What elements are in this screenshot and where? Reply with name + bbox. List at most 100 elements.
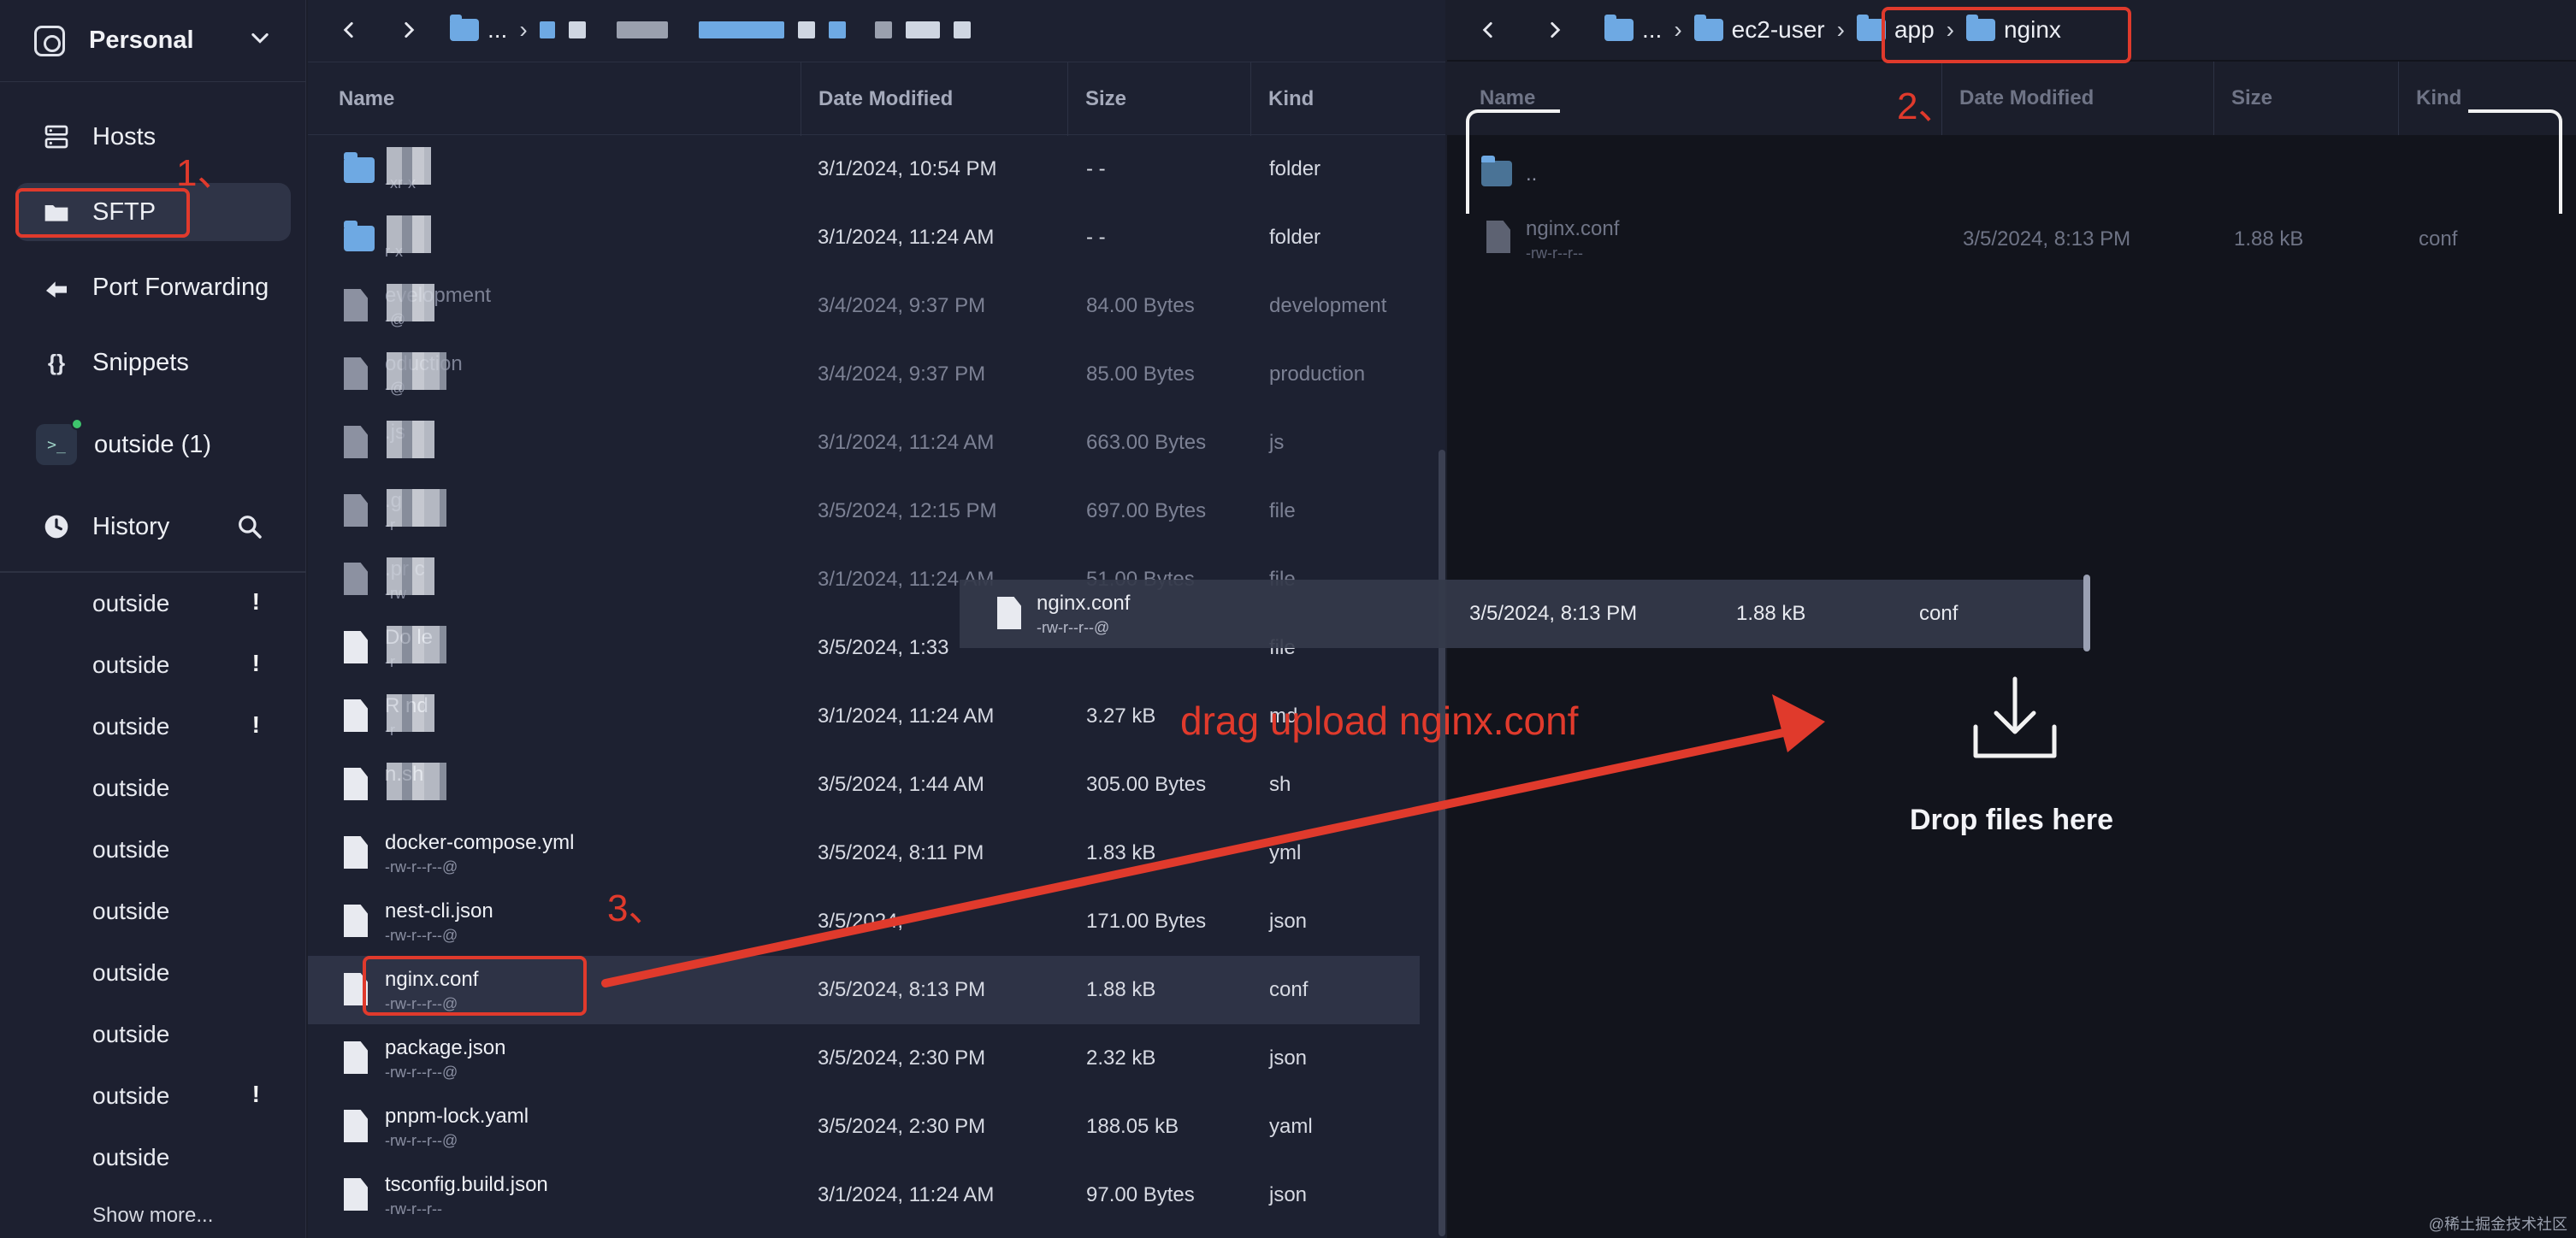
- file-permissions: -rw-r--r--: [385, 1200, 442, 1217]
- sidebar-item-hosts[interactable]: Hosts: [15, 108, 291, 166]
- scrollbar[interactable]: [1439, 450, 1445, 1236]
- drag-ghost-edge: [2083, 575, 2090, 651]
- file-kind: production: [1269, 363, 1366, 386]
- redacted-name-block: [387, 557, 434, 595]
- breadcrumb-ellipsis[interactable]: ...: [1642, 16, 1662, 44]
- terminal-icon: >_: [36, 418, 83, 465]
- breadcrumb-separator-icon: ›: [1836, 16, 1845, 43]
- file-date: 3/4/2024, 9:37 PM: [818, 363, 986, 386]
- redacted-name-block: [387, 284, 434, 321]
- file-icon: [344, 768, 368, 800]
- chevron-left-icon: [1482, 22, 1492, 38]
- forward-button[interactable]: [1531, 6, 1579, 54]
- terminal-label: outside (1): [94, 430, 212, 458]
- file-row[interactable]: docker-compose.yml -rw-r--r--@ 3/5/2024, 8…: [308, 819, 1420, 887]
- file-row[interactable]: r-x3/1/2024, 11:24 AM- -folder: [308, 203, 1420, 272]
- history-item[interactable]: outside: [92, 894, 272, 928]
- file-permissions: -rw-r--r--@: [385, 1132, 458, 1149]
- file-kind: folder: [1269, 226, 1321, 249]
- history-item[interactable]: outside!: [92, 648, 272, 682]
- annotation-step-2: 2、: [1897, 85, 1956, 127]
- file-row[interactable]: package.json -rw-r--r--@ 3/5/2024, 2:30 PM…: [308, 1024, 1420, 1093]
- file-size: 188.05 kB: [1086, 1115, 1179, 1138]
- history-item[interactable]: outside!: [92, 1079, 272, 1113]
- redacted-name-block: [387, 352, 446, 390]
- workspace-switcher[interactable]: Personal: [0, 0, 306, 82]
- annotation-box-nginx-conf: [363, 956, 587, 1016]
- column-size[interactable]: Size: [1067, 62, 1250, 136]
- file-row[interactable]: pnpm-lock.yaml -rw-r--r--@ 3/5/2024, 2:30 …: [308, 1093, 1420, 1161]
- show-more-link[interactable]: Show more...: [92, 1204, 213, 1228]
- column-date[interactable]: Date Modified: [1941, 62, 2213, 135]
- file-size: 1.83 kB: [1086, 841, 1156, 864]
- file-icon: [344, 494, 368, 527]
- sidebar-divider: [0, 571, 306, 573]
- history-item-label: outside: [92, 775, 170, 801]
- file-row[interactable]: n.sh3/5/2024, 1:44 AM305.00 Bytessh: [308, 751, 1420, 819]
- file-size: 2.32 kB: [1086, 1046, 1156, 1070]
- watermark: @稀土掘金技术社区: [2428, 1216, 2567, 1233]
- forward-button[interactable]: [385, 6, 433, 54]
- file-row[interactable]: .js3/1/2024, 11:24 AM663.00 Bytesjs: [308, 409, 1420, 477]
- back-button[interactable]: [325, 6, 373, 54]
- sidebar-item-history[interactable]: History: [15, 498, 291, 556]
- warning-icon: !: [251, 650, 260, 676]
- file-icon: [1486, 221, 1510, 253]
- yml-file-icon: [344, 836, 368, 869]
- file-size: 97.00 Bytes: [1086, 1183, 1195, 1206]
- file-row[interactable]: .g-r3/5/2024, 12:15 PM697.00 Bytesfile: [308, 477, 1420, 545]
- sidebar-item-terminal-outside[interactable]: >_ outside (1): [15, 416, 291, 474]
- column-size[interactable]: Size: [2213, 62, 2398, 135]
- redacted-name-block: [387, 147, 431, 185]
- file-icon-wrap: [344, 426, 368, 458]
- history-item-label: outside: [92, 1144, 170, 1170]
- history-item[interactable]: outside: [92, 956, 272, 990]
- file-kind: conf: [1269, 978, 1309, 1001]
- sidebar-item-snippets[interactable]: {} Snippets: [15, 333, 291, 392]
- history-item[interactable]: outside: [92, 1141, 272, 1175]
- redacted-name-block: [387, 489, 446, 527]
- column-date[interactable]: Date Modified: [801, 62, 1067, 136]
- sidebar: Personal Hosts SFTP Port Forwarding {} S…: [0, 0, 306, 1238]
- drop-zone-corner: [1466, 109, 1560, 214]
- folder-icon: [450, 15, 479, 41]
- file-size: 3.27 kB: [1086, 704, 1156, 728]
- history-item[interactable]: outside: [92, 833, 272, 867]
- drop-zone-label: Drop files here: [1909, 804, 2114, 836]
- file-kind: folder: [1269, 157, 1321, 180]
- column-kind[interactable]: Kind: [1250, 62, 1445, 136]
- annotation-instruction: drag upload nginx.conf: [1180, 699, 1579, 743]
- history-item[interactable]: outside!: [92, 587, 272, 621]
- history-item[interactable]: outside!: [92, 710, 272, 744]
- file-name: nginx.conf: [1526, 217, 1620, 240]
- column-name[interactable]: Name: [308, 62, 801, 136]
- file-icon: [344, 631, 368, 663]
- annotation-box-sftp: [15, 188, 190, 238]
- local-breadcrumb[interactable]: ... ›: [450, 15, 984, 44]
- history-label: History: [92, 512, 170, 540]
- file-permissions: -rw-r--r--@: [385, 858, 458, 875]
- file-icon: [344, 426, 368, 458]
- local-toolbar: ... ›: [308, 0, 1445, 60]
- file-row[interactable]: -xr-x3/1/2024, 10:54 PM- -folder: [308, 135, 1420, 203]
- history-item-label: outside: [92, 898, 170, 924]
- file-size: 663.00 Bytes: [1086, 431, 1207, 454]
- remote-row-nginx-conf[interactable]: nginx.conf -rw-r--r-- 3/5/2024, 8:13 PM …: [1447, 203, 2576, 272]
- sidebar-item-port-forwarding[interactable]: Port Forwarding: [15, 258, 291, 316]
- chevron-down-icon[interactable]: [248, 26, 272, 50]
- file-row[interactable]: tsconfig.build.json -rw-r--r-- 3/1/2024, 1…: [308, 1161, 1420, 1229]
- file-row[interactable]: evelopment-@3/4/2024, 9:37 PM84.00 Bytes…: [308, 272, 1420, 340]
- warning-icon: !: [251, 588, 260, 615]
- file-kind: conf: [2419, 227, 2458, 251]
- file-row[interactable]: nest-cli.json -rw-r--r--@ 3/5/2024, 171.00 …: [308, 887, 1420, 956]
- history-item[interactable]: outside: [92, 1017, 272, 1052]
- file-date: 3/5/2024, 8:13 PM: [818, 978, 986, 1001]
- back-button[interactable]: [1464, 6, 1512, 54]
- breadcrumb-ec2-user[interactable]: ec2-user: [1732, 16, 1825, 44]
- search-icon[interactable]: [236, 513, 263, 540]
- file-size: 171.00 Bytes: [1086, 910, 1207, 933]
- history-item[interactable]: outside: [92, 771, 272, 805]
- file-date: 3/5/2024, 2:30 PM: [818, 1046, 986, 1070]
- remote-row-parent[interactable]: ..: [1447, 139, 2576, 207]
- file-row[interactable]: oduction-@3/4/2024, 9:37 PM85.00 Bytespr…: [308, 340, 1420, 409]
